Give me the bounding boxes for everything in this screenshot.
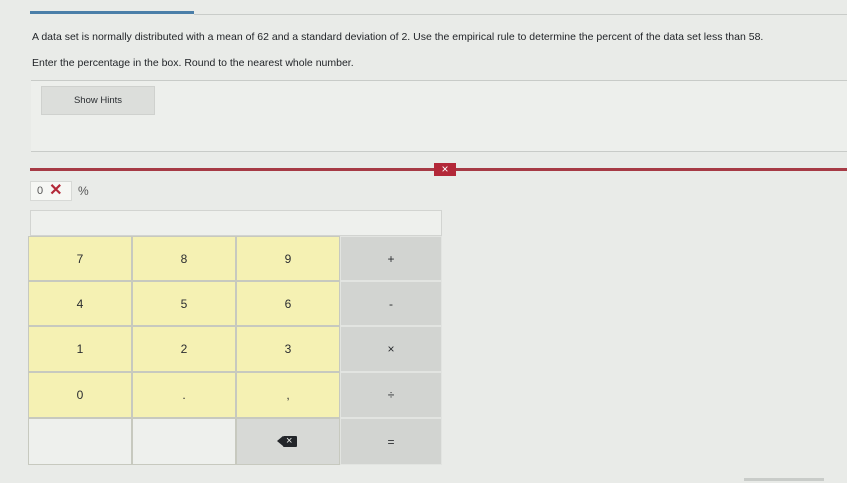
key-decimal[interactable]: . (132, 372, 236, 418)
key-plus[interactable]: + (340, 236, 442, 281)
key-9[interactable]: 9 (236, 236, 340, 281)
top-divider (194, 14, 847, 15)
answer-row: 0 ✕ % (30, 180, 89, 202)
key-multiply[interactable]: × (340, 326, 442, 372)
calculator-display (30, 210, 442, 236)
key-3[interactable]: 3 (236, 326, 340, 372)
key-8[interactable]: 8 (132, 236, 236, 281)
key-6[interactable]: 6 (236, 281, 340, 326)
key-0[interactable]: 0 (28, 372, 132, 418)
key-equals[interactable]: = (340, 418, 442, 465)
key-7[interactable]: 7 (28, 236, 132, 281)
bottom-corner-bar (744, 478, 824, 481)
top-accent-bar (30, 11, 194, 14)
key-2[interactable]: 2 (132, 326, 236, 372)
answer-value: 0 (37, 185, 44, 197)
key-blank (132, 418, 236, 465)
backspace-icon (277, 434, 297, 448)
key-divide[interactable]: ÷ (340, 372, 442, 418)
hint-panel: Show Hints (31, 80, 847, 152)
key-blank (28, 418, 132, 465)
calculator-keypad: 7 8 9 + 4 5 6 - 1 2 3 × 0 . , ÷ = (28, 236, 442, 465)
key-comma[interactable]: , (236, 372, 340, 418)
key-minus[interactable]: - (340, 281, 442, 326)
answer-input[interactable]: 0 ✕ (30, 181, 72, 201)
percent-unit: % (78, 184, 89, 198)
key-5[interactable]: 5 (132, 281, 236, 326)
clear-answer-icon[interactable]: ✕ (49, 183, 62, 199)
key-1[interactable]: 1 (28, 326, 132, 372)
show-hints-button[interactable]: Show Hints (41, 86, 155, 115)
close-calculator-button[interactable]: × (434, 163, 456, 176)
backspace-button[interactable] (236, 418, 340, 465)
key-4[interactable]: 4 (28, 281, 132, 326)
question-text: A data set is normally distributed with … (32, 31, 764, 43)
instruction-text: Enter the percentage in the box. Round t… (32, 57, 354, 69)
